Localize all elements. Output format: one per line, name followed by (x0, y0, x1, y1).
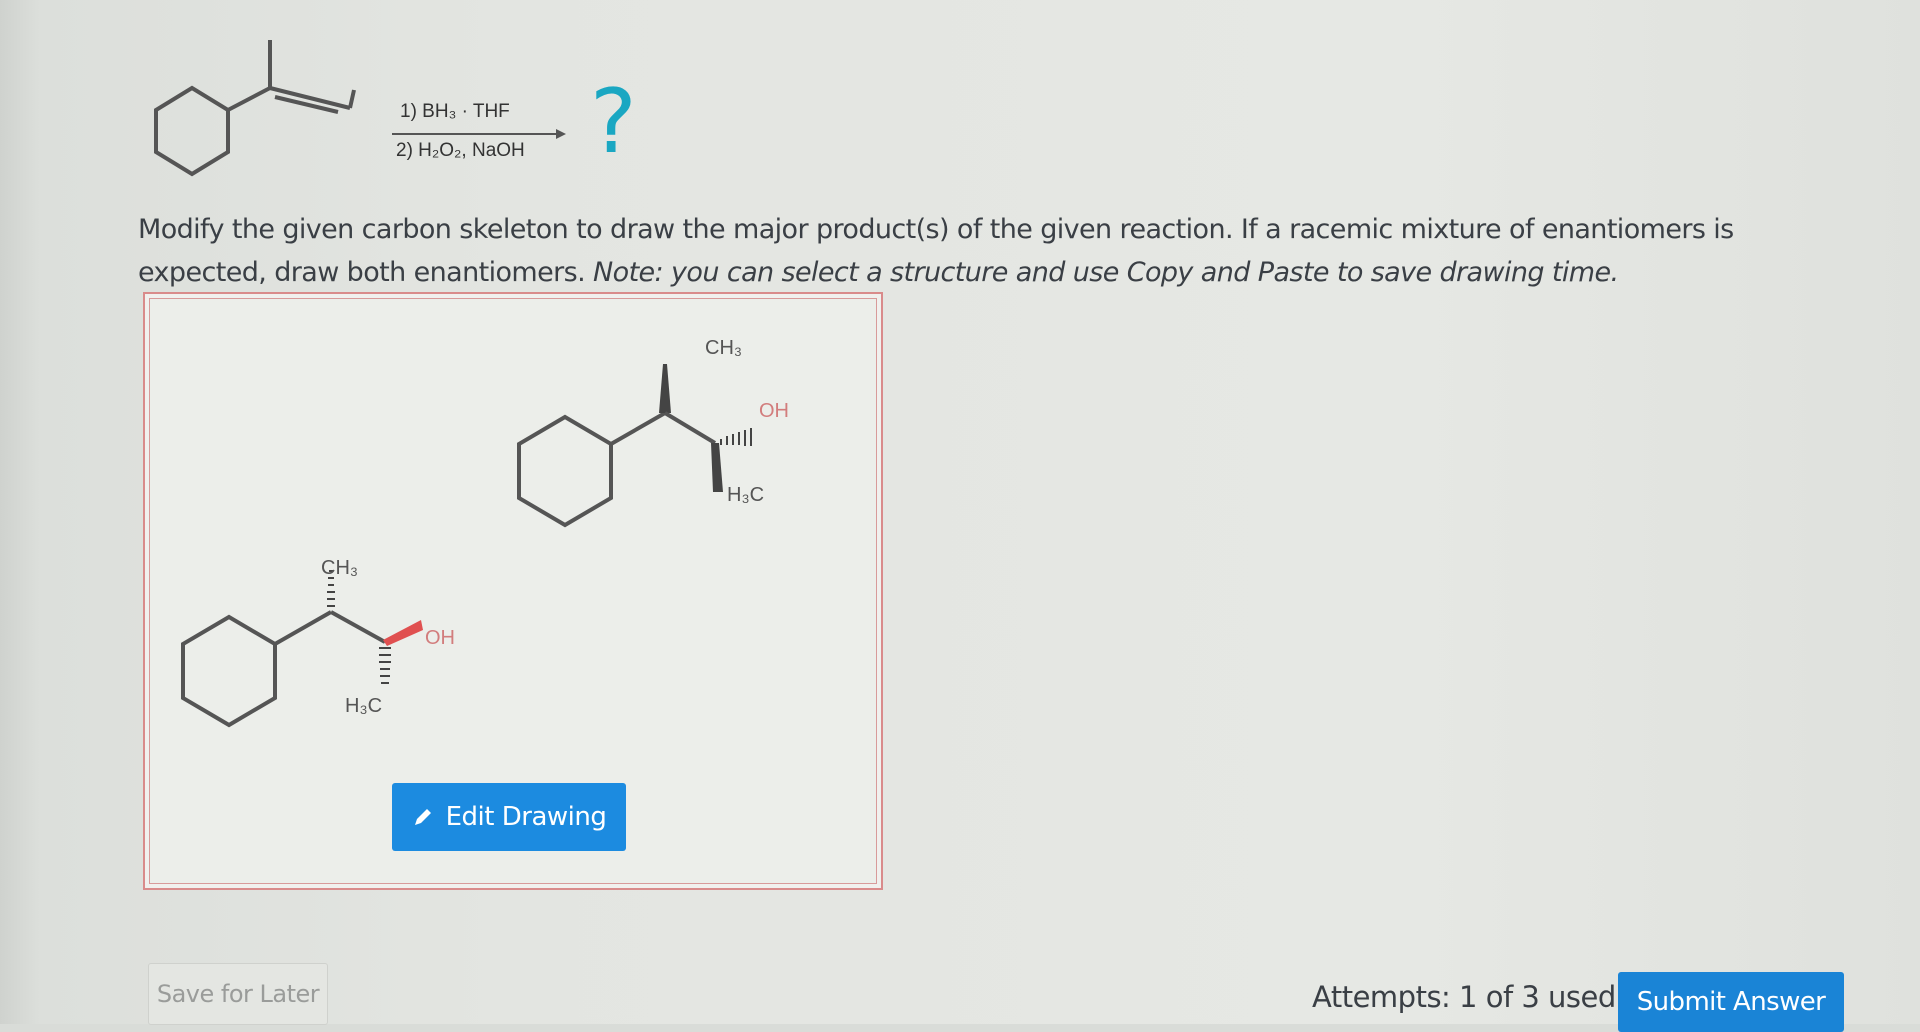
edit-drawing-label: Edit Drawing (445, 802, 607, 832)
product-2-ch3-label: CH₃ (321, 557, 358, 579)
product-1-bond-2 (663, 411, 717, 445)
product-2-bond-1 (274, 610, 332, 646)
product-2-structure: CH₃ OH H₃C (181, 557, 455, 728)
submit-answer-button[interactable]: Submit Answer (1618, 972, 1844, 1032)
product-1-bond-1 (610, 411, 666, 446)
attempts-counter: Attempts: 1 of 3 used (1312, 980, 1616, 1014)
product-1-oh-label: OH (759, 400, 789, 422)
edit-drawing-button[interactable]: Edit Drawing (392, 783, 626, 851)
instructions-text: Modify the given carbon skeleton to draw… (138, 208, 1778, 294)
cyclohexane-ring (154, 85, 230, 177)
product-2-oh-wedge (383, 620, 423, 646)
reaction-arrow (392, 133, 560, 135)
reagent-line-2: 2) H₂O₂, NaOH (396, 140, 525, 161)
product-2-h3c-hash (379, 647, 391, 684)
product-1-ring (517, 414, 613, 528)
reaction-arrow-head (556, 129, 566, 139)
unknown-product-question-mark: ? (590, 70, 637, 173)
product-1-ch3-label: CH₃ (705, 337, 742, 359)
product-2-bond-2 (330, 610, 386, 644)
product-1-ch3-wedge (659, 364, 671, 413)
product-1-h3c-label: H₃C (727, 484, 764, 506)
reagent-line-1: 1) BH₃ · THF (400, 101, 510, 122)
reaction-conditions: 1) BH₃ · THF 2) H₂O₂, NaOH (392, 96, 570, 176)
save-for-later-button[interactable]: Save for Later (148, 963, 328, 1025)
product-2-oh-label: OH (425, 627, 455, 649)
product-1-h3c-wedge (711, 443, 723, 492)
product-2-h3c-label: H₃C (345, 695, 382, 717)
product-1-oh-hash (720, 428, 752, 446)
instructions-note: Note: you can select a structure and use… (593, 257, 1619, 288)
alkene-chain (227, 40, 356, 114)
pencil-icon (414, 809, 431, 825)
product-2-ring (181, 614, 277, 728)
product-1-structure: CH₃ OH H₃C (517, 337, 789, 528)
page: 1) BH₃ · THF 2) H₂O₂, NaOH ? Modify the … (0, 0, 1920, 1032)
